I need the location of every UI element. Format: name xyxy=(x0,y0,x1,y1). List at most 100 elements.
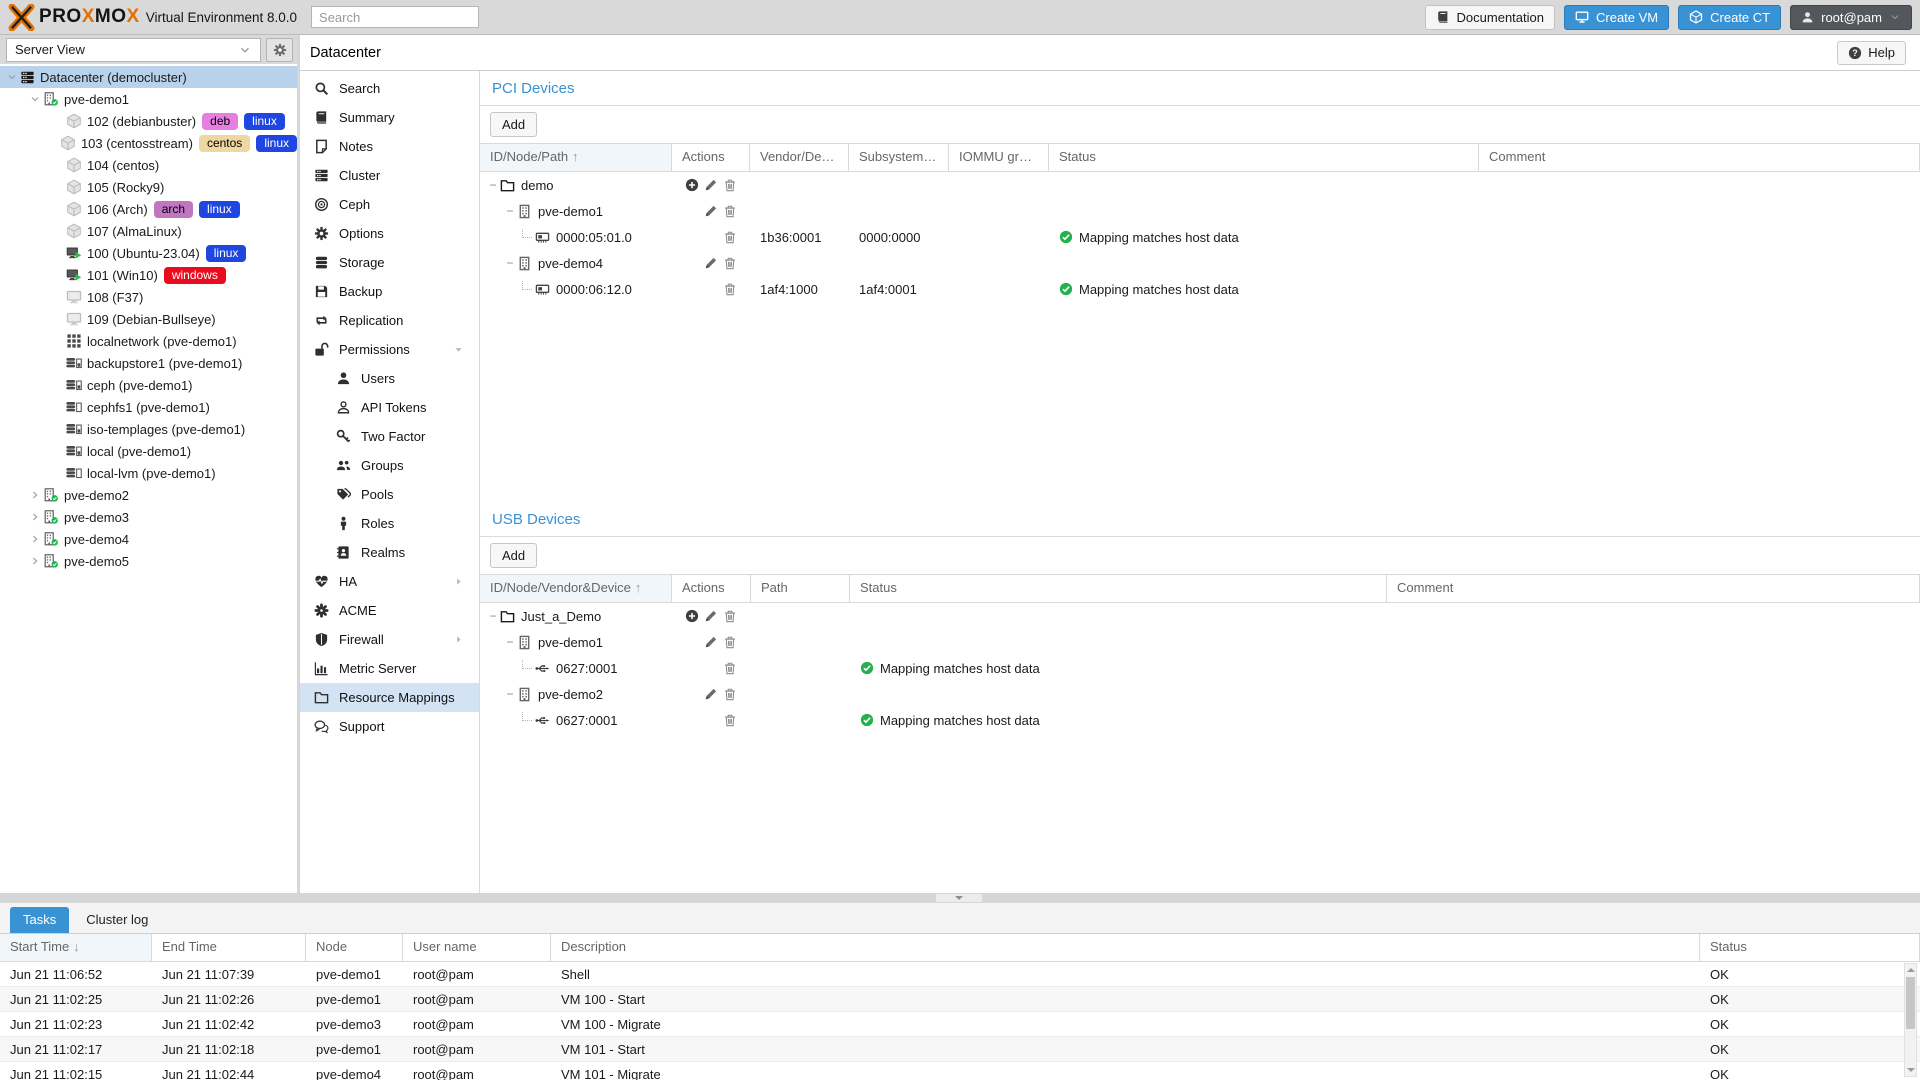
column-header[interactable]: Actions xyxy=(672,575,751,602)
delete-action[interactable] xyxy=(720,282,739,296)
nav-item-permissions[interactable]: Permissions xyxy=(300,335,479,364)
tree-item[interactable]: local-lvm (pve-demo1) xyxy=(0,462,297,484)
usb-add-button[interactable]: Add xyxy=(490,543,537,568)
expander-closed-icon[interactable] xyxy=(27,489,43,501)
column-header[interactable]: Status xyxy=(850,575,1387,602)
column-header[interactable]: Description xyxy=(551,934,1700,961)
task-row[interactable]: Jun 21 11:06:52Jun 21 11:07:39pve-demo1r… xyxy=(0,962,1920,987)
nav-item-realms[interactable]: Realms xyxy=(300,538,479,567)
tree-settings-button[interactable] xyxy=(266,38,293,62)
nav-item-ha[interactable]: HA xyxy=(300,567,479,596)
view-selector[interactable]: Server View xyxy=(6,38,261,62)
expander-closed-icon[interactable] xyxy=(27,555,43,567)
tree-item[interactable]: pve-demo3 xyxy=(0,506,297,528)
create-ct-button[interactable]: Create CT xyxy=(1678,5,1781,30)
column-header[interactable]: Actions xyxy=(672,144,750,171)
create-vm-button[interactable]: Create VM xyxy=(1564,5,1669,30)
tree-item[interactable]: 102 (debianbuster)deblinux xyxy=(0,110,297,132)
splitter-collapse-handle[interactable] xyxy=(936,894,982,902)
expander-open-icon[interactable]: − xyxy=(503,687,517,701)
tree-item[interactable]: local (pve-demo1) xyxy=(0,440,297,462)
column-header[interactable]: Subsystem… xyxy=(849,144,949,171)
add-action[interactable] xyxy=(682,609,701,623)
nav-item-two-factor[interactable]: Two Factor xyxy=(300,422,479,451)
delete-action[interactable] xyxy=(720,661,739,675)
column-header[interactable]: ID/Node/Vendor&Device↑ xyxy=(480,575,672,602)
mapping-row[interactable]: −pve-demo2 xyxy=(480,681,1920,707)
tree-item[interactable]: 105 (Rocky9) xyxy=(0,176,297,198)
tree-item[interactable]: 101 (Win10)windows xyxy=(0,264,297,286)
tree-item[interactable]: 109 (Debian-Bullseye) xyxy=(0,308,297,330)
help-button[interactable]: ? Help xyxy=(1837,41,1906,65)
tab-cluster-log[interactable]: Cluster log xyxy=(73,907,161,933)
edit-action[interactable] xyxy=(701,204,720,218)
delete-action[interactable] xyxy=(720,635,739,649)
nav-item-roles[interactable]: Roles xyxy=(300,509,479,538)
mapping-row[interactable]: −pve-demo1 xyxy=(480,629,1920,655)
expander-open-icon[interactable] xyxy=(27,93,43,105)
pci-add-button[interactable]: Add xyxy=(490,112,537,137)
column-header[interactable]: Status xyxy=(1700,934,1920,961)
delete-action[interactable] xyxy=(720,609,739,623)
mapping-row[interactable]: 0627:0001Mapping matches host data xyxy=(480,707,1920,733)
edit-action[interactable] xyxy=(701,687,720,701)
tasks-scrollbar[interactable] xyxy=(1904,963,1917,1077)
nav-item-api-tokens[interactable]: API Tokens xyxy=(300,393,479,422)
column-header[interactable]: User name xyxy=(403,934,551,961)
tree-item[interactable]: 104 (centos) xyxy=(0,154,297,176)
nav-item-backup[interactable]: Backup xyxy=(300,277,479,306)
column-header[interactable]: Start Time↓ xyxy=(0,934,152,961)
delete-action[interactable] xyxy=(720,687,739,701)
nav-item-search[interactable]: Search xyxy=(300,74,479,103)
column-header[interactable]: Status xyxy=(1049,144,1479,171)
mapping-row[interactable]: −pve-demo4 xyxy=(480,250,1920,276)
delete-action[interactable] xyxy=(720,178,739,192)
tree-item[interactable]: pve-demo2 xyxy=(0,484,297,506)
column-header[interactable]: Comment xyxy=(1479,144,1920,171)
nav-item-notes[interactable]: Notes xyxy=(300,132,479,161)
tree-item[interactable]: iso-templages (pve-demo1) xyxy=(0,418,297,440)
nav-item-pools[interactable]: Pools xyxy=(300,480,479,509)
nav-item-resource-mappings[interactable]: Resource Mappings xyxy=(300,683,479,712)
expander-open-icon[interactable]: − xyxy=(503,204,517,218)
nav-item-metric-server[interactable]: Metric Server xyxy=(300,654,479,683)
tree-item[interactable]: backupstore1 (pve-demo1) xyxy=(0,352,297,374)
tree-item[interactable]: 103 (centosstream)centoslinux xyxy=(0,132,297,154)
expander-open-icon[interactable] xyxy=(4,71,20,83)
expander-open-icon[interactable]: − xyxy=(486,609,500,623)
global-search-input[interactable] xyxy=(311,6,479,28)
tree-item[interactable]: ceph (pve-demo1) xyxy=(0,374,297,396)
column-header[interactable]: Node xyxy=(306,934,403,961)
horizontal-splitter[interactable] xyxy=(0,893,1920,903)
nav-item-summary[interactable]: Summary xyxy=(300,103,479,132)
scroll-up-icon[interactable] xyxy=(1905,964,1916,976)
tree-item[interactable]: 106 (Arch)archlinux xyxy=(0,198,297,220)
expander-open-icon[interactable]: − xyxy=(486,178,500,192)
delete-action[interactable] xyxy=(720,204,739,218)
nav-item-ceph[interactable]: Ceph xyxy=(300,190,479,219)
scrollbar-thumb[interactable] xyxy=(1906,977,1915,1029)
column-header[interactable]: IOMMU gr… xyxy=(949,144,1049,171)
nav-item-options[interactable]: Options xyxy=(300,219,479,248)
delete-action[interactable] xyxy=(720,256,739,270)
task-row[interactable]: Jun 21 11:02:25Jun 21 11:02:26pve-demo1r… xyxy=(0,987,1920,1012)
mapping-row[interactable]: −Just_a_Demo xyxy=(480,603,1920,629)
nav-item-firewall[interactable]: Firewall xyxy=(300,625,479,654)
nav-item-groups[interactable]: Groups xyxy=(300,451,479,480)
expander-open-icon[interactable]: − xyxy=(503,256,517,270)
expander-closed-icon[interactable] xyxy=(27,533,43,545)
task-row[interactable]: Jun 21 11:02:15Jun 21 11:02:44pve-demo4r… xyxy=(0,1062,1920,1080)
tree-item[interactable]: 100 (Ubuntu-23.04)linux xyxy=(0,242,297,264)
nav-item-storage[interactable]: Storage xyxy=(300,248,479,277)
add-action[interactable] xyxy=(682,178,701,192)
expander-closed-icon[interactable] xyxy=(27,511,43,523)
column-header[interactable]: Comment xyxy=(1387,575,1920,602)
column-header[interactable]: ID/Node/Path↑ xyxy=(480,144,672,171)
column-header[interactable]: End Time xyxy=(152,934,306,961)
tab-tasks[interactable]: Tasks xyxy=(10,907,69,933)
documentation-button[interactable]: Documentation xyxy=(1425,5,1555,30)
nav-item-acme[interactable]: ACME xyxy=(300,596,479,625)
tree-item[interactable]: 108 (F37) xyxy=(0,286,297,308)
mapping-row[interactable]: −pve-demo1 xyxy=(480,198,1920,224)
expander-open-icon[interactable]: − xyxy=(503,635,517,649)
